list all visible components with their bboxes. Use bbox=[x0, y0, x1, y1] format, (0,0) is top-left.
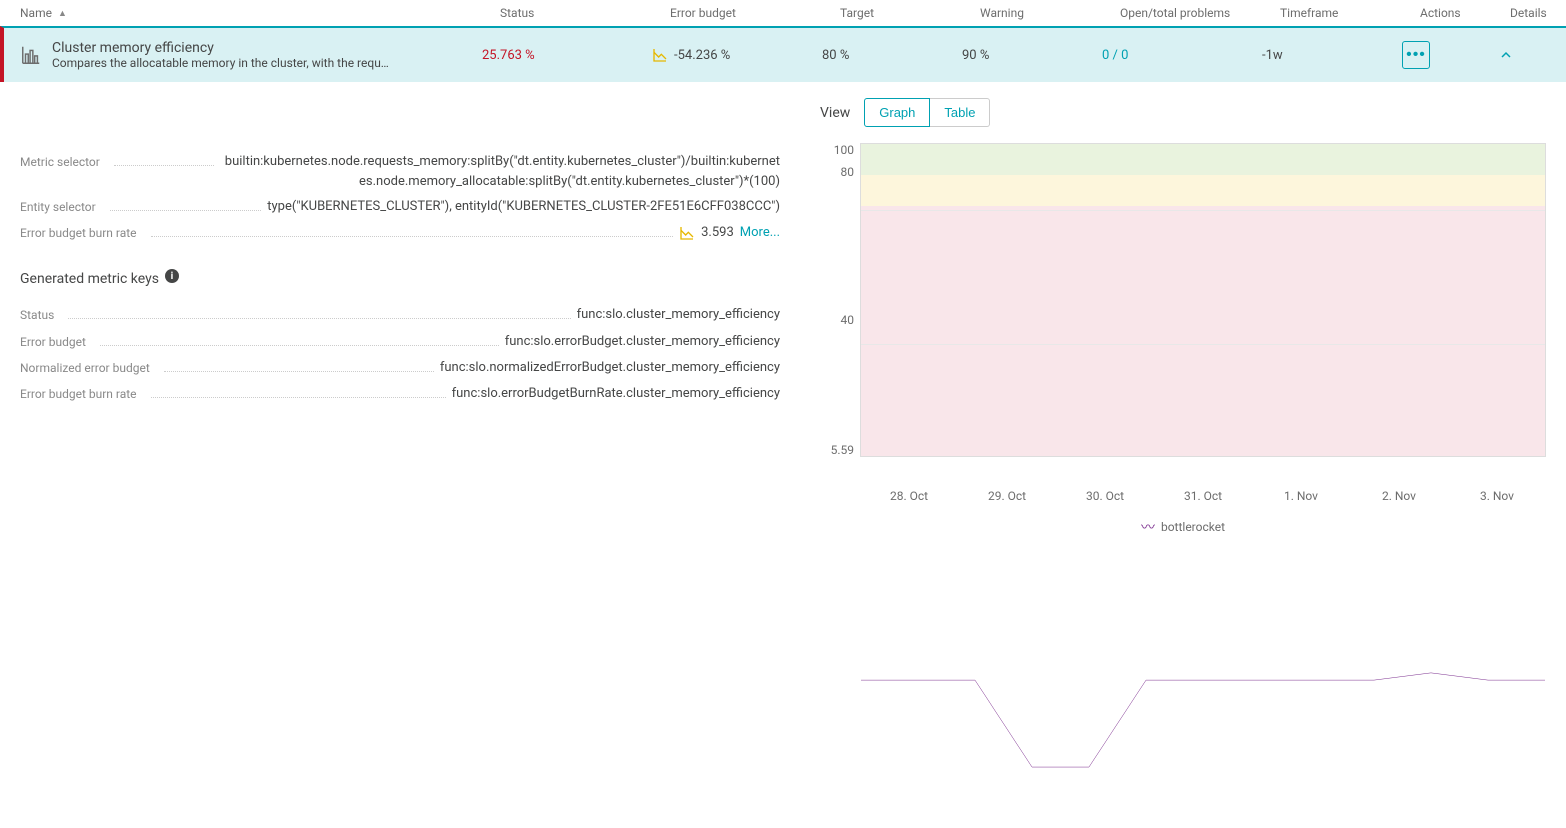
kv-status-key: Status func:slo.cluster_memory_efficienc… bbox=[20, 305, 780, 325]
kv-burn-rate-key: Error budget burn rate func:slo.errorBud… bbox=[20, 384, 780, 404]
row-warning-value: 90 % bbox=[962, 48, 1102, 63]
y-tick: 100 bbox=[834, 143, 854, 157]
kv-label-error-budget: Error budget bbox=[20, 332, 86, 352]
kv-normalized-key: Normalized error budget func:slo.normali… bbox=[20, 358, 780, 378]
view-graph-button[interactable]: Graph bbox=[864, 98, 930, 127]
kv-value-metric-selector: builtin:kubernetes.node.requests_memory:… bbox=[220, 152, 780, 191]
kv-label-burn-rate2: Error budget burn rate bbox=[20, 384, 137, 404]
kv-label-burn-rate: Error budget burn rate bbox=[20, 223, 137, 243]
kv-burn-rate: Error budget burn rate 3.593 More... bbox=[20, 223, 780, 243]
kv-label-metric-selector: Metric selector bbox=[20, 152, 100, 172]
generated-metric-keys-title: Generated metric keys i bbox=[20, 271, 780, 287]
more-actions-icon: ••• bbox=[1406, 46, 1426, 64]
view-toggle-group: Graph Table bbox=[864, 98, 990, 127]
y-tick: 40 bbox=[841, 313, 855, 327]
col-details-header: Details bbox=[1510, 6, 1566, 20]
section-title-text: Generated metric keys bbox=[20, 271, 159, 287]
col-warning-header[interactable]: Warning bbox=[980, 6, 1120, 20]
chart-burn-icon bbox=[652, 47, 668, 63]
kv-metric-selector: Metric selector builtin:kubernetes.node.… bbox=[20, 152, 780, 191]
table-row[interactable]: Cluster memory efficiency Compares the a… bbox=[0, 26, 1566, 82]
y-tick: 80 bbox=[841, 165, 855, 179]
details-right-panel: View Graph Table 100 80 40 5.59 bbox=[820, 98, 1566, 537]
burn-rate-number: 3.593 bbox=[701, 223, 734, 243]
series-line bbox=[861, 144, 1545, 828]
kv-label-normalized: Normalized error budget bbox=[20, 358, 150, 378]
kv-value-burn-rate2: func:slo.errorBudgetBurnRate.cluster_mem… bbox=[452, 384, 780, 404]
row-status-value: 25.763 % bbox=[482, 48, 652, 63]
col-actions-header: Actions bbox=[1420, 6, 1510, 20]
kv-value-normalized: func:slo.normalizedErrorBudget.cluster_m… bbox=[440, 358, 780, 378]
chart: 100 80 40 5.59 bbox=[820, 143, 1546, 483]
kv-value-error-budget: func:slo.errorBudget.cluster_memory_effi… bbox=[505, 332, 780, 352]
kv-label-status: Status bbox=[20, 305, 54, 325]
chevron-up-icon bbox=[1498, 47, 1514, 63]
kv-value-entity-selector: type("KUBERNETES_CLUSTER"), entityId("KU… bbox=[267, 197, 780, 217]
kv-value-burn-rate: 3.593 More... bbox=[679, 223, 780, 243]
row-title: Cluster memory efficiency bbox=[52, 40, 482, 56]
chart-plot[interactable] bbox=[860, 143, 1546, 457]
view-toggle-row: View Graph Table bbox=[820, 98, 1546, 127]
error-budget-text: -54.236 % bbox=[674, 48, 730, 63]
y-tick: 5.59 bbox=[831, 443, 854, 457]
bar-chart-icon bbox=[20, 40, 42, 70]
col-error-budget-header[interactable]: Error budget bbox=[670, 6, 840, 20]
kv-entity-selector: Entity selector type("KUBERNETES_CLUSTER… bbox=[20, 197, 780, 217]
col-problems-header[interactable]: Open/total problems bbox=[1120, 6, 1280, 20]
view-table-button[interactable]: Table bbox=[930, 98, 990, 127]
kv-label-entity-selector: Entity selector bbox=[20, 197, 96, 217]
col-name-header[interactable]: Name ▲ bbox=[20, 6, 500, 20]
row-error-budget-value: -54.236 % bbox=[652, 47, 822, 63]
col-target-header[interactable]: Target bbox=[840, 6, 980, 20]
kv-error-budget-key: Error budget func:slo.errorBudget.cluste… bbox=[20, 332, 780, 352]
kv-value-status: func:slo.cluster_memory_efficiency bbox=[577, 305, 780, 325]
row-target-value: 80 % bbox=[822, 48, 962, 63]
chart-y-axis: 100 80 40 5.59 bbox=[820, 143, 860, 457]
details-left-panel: Metric selector builtin:kubernetes.node.… bbox=[20, 98, 780, 537]
info-icon[interactable]: i bbox=[165, 269, 179, 283]
collapse-button[interactable] bbox=[1492, 41, 1520, 69]
chart-burn-icon bbox=[679, 225, 695, 241]
row-description: Compares the allocatable memory in the c… bbox=[52, 56, 472, 70]
col-name-label: Name bbox=[20, 6, 52, 20]
more-actions-button[interactable]: ••• bbox=[1402, 41, 1430, 69]
table-header: Name ▲ Status Error budget Target Warnin… bbox=[0, 0, 1566, 26]
col-status-header[interactable]: Status bbox=[500, 6, 670, 20]
view-label: View bbox=[820, 105, 850, 121]
expanded-details: Metric selector builtin:kubernetes.node.… bbox=[0, 82, 1566, 553]
row-timeframe-value: -1w bbox=[1262, 48, 1402, 63]
sort-asc-icon: ▲ bbox=[58, 8, 67, 19]
row-problems-value[interactable]: 0 / 0 bbox=[1102, 48, 1262, 63]
col-timeframe-header[interactable]: Timeframe bbox=[1280, 6, 1420, 20]
burn-rate-more-link[interactable]: More... bbox=[740, 223, 780, 243]
